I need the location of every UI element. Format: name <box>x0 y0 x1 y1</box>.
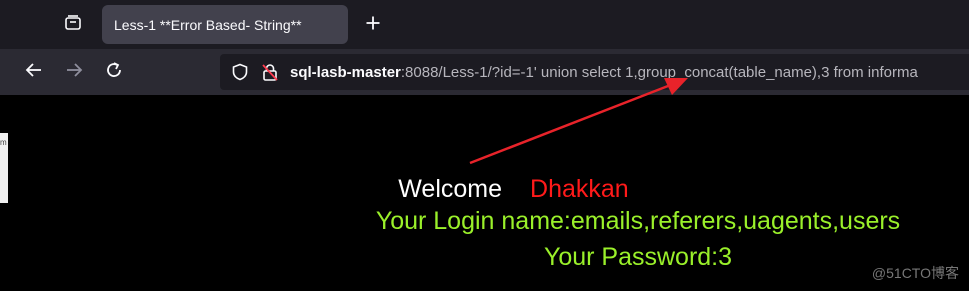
navigation-bar: sql-lasb-master:8088/Less-1/?id=-1' unio… <box>0 49 969 95</box>
tab-active[interactable]: Less-1 **Error Based- String** <box>102 5 348 44</box>
back-arrow-icon <box>25 61 43 84</box>
reload-icon <box>105 61 123 84</box>
reload-button[interactable] <box>100 58 128 86</box>
page-content: m Welcome Dhakkan Your Login name:emails,… <box>0 95 969 291</box>
url-host: sql-lasb-master <box>290 63 401 81</box>
welcome-label: Welcome <box>398 175 503 203</box>
tab-list-button[interactable] <box>60 12 86 38</box>
new-tab-button[interactable] <box>360 12 386 38</box>
address-bar[interactable]: sql-lasb-master:8088/Less-1/?id=-1' unio… <box>220 54 969 90</box>
plus-icon <box>365 15 381 36</box>
forward-button[interactable] <box>60 58 88 86</box>
welcome-name: Dhakkan <box>530 175 629 203</box>
left-edge-text: m <box>0 138 7 147</box>
shield-icon[interactable] <box>230 62 250 82</box>
forward-arrow-icon <box>65 61 83 84</box>
back-button[interactable] <box>20 58 48 86</box>
welcome-line: Welcome Dhakkan <box>0 175 969 204</box>
watermark: @51CTO博客 <box>871 265 959 281</box>
tab-strip: Less-1 **Error Based- String** <box>0 0 969 49</box>
login-name-line: Your Login name:emails,referers,uagents,… <box>375 207 901 235</box>
url-text[interactable]: sql-lasb-master:8088/Less-1/?id=-1' unio… <box>290 64 918 81</box>
password-line: Your Password:3 <box>543 243 733 271</box>
tab-list-icon <box>64 14 82 37</box>
lock-slash-icon[interactable] <box>260 62 280 82</box>
tab-title: Less-1 **Error Based- String** <box>114 16 302 33</box>
url-path: :8088/Less-1/?id=-1' union select 1,grou… <box>400 63 918 81</box>
